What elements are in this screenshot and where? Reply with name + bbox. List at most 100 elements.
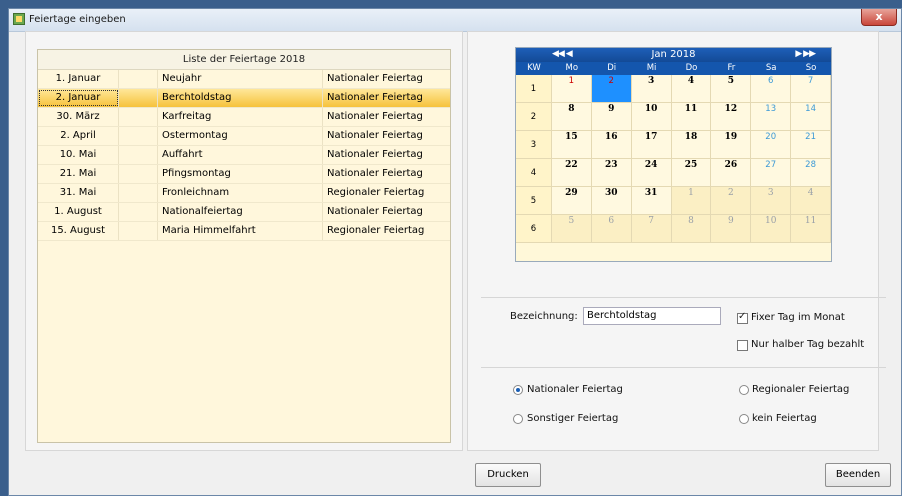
holiday-name: Neujahr <box>158 70 323 88</box>
calendar-day[interactable]: 18 <box>671 131 712 158</box>
list-item[interactable]: 1. August Nationalfeiertag Nationaler Feie… <box>38 203 450 222</box>
list-item[interactable]: 30. März Karfreitag Nationaler Feiertag <box>38 108 450 127</box>
holiday-date: 2. April <box>38 127 119 145</box>
calendar-day[interactable]: 7 <box>631 215 672 242</box>
window-title: Feiertage eingeben <box>29 14 126 25</box>
next-month-icon[interactable]: ▶ ▶▶ <box>795 49 816 59</box>
nationaler-feiertag-label: Nationaler Feiertag <box>527 384 623 395</box>
calendar-day[interactable]: 5 <box>711 75 752 102</box>
calendar-day[interactable]: 10 <box>751 215 792 242</box>
close-button[interactable]: Beenden <box>825 463 891 487</box>
calendar-day[interactable]: 6 <box>751 75 792 102</box>
radio-sonstiger-feiertag[interactable] <box>513 414 523 424</box>
calendar-day[interactable]: 19 <box>711 131 752 158</box>
regionaler-feiertag-label: Regionaler Feiertag <box>752 384 850 395</box>
calendar-day[interactable]: 14 <box>791 103 831 130</box>
calendar-day[interactable]: 20 <box>751 131 792 158</box>
halber-tag-checkbox[interactable] <box>737 340 748 351</box>
holiday-type: Regionaler Feiertag <box>327 187 425 198</box>
bezeichnung-input[interactable]: Berchtoldstag <box>583 307 721 325</box>
holiday-spacer <box>119 165 158 183</box>
calendar-day[interactable]: 26 <box>711 159 752 186</box>
holiday-name: Nationalfeiertag <box>158 203 323 221</box>
holiday-name: Maria Himmelfahrt <box>158 222 323 240</box>
calendar-day[interactable]: 8 <box>671 215 712 242</box>
calendar-day[interactable]: 27 <box>751 159 792 186</box>
calendar-day[interactable]: 11 <box>791 215 831 242</box>
holiday-name: Ostermontag <box>158 127 323 145</box>
holiday-date: 15. August <box>38 222 119 240</box>
holiday-type: Nationaler Feiertag <box>327 111 423 122</box>
week-number: 4 <box>516 159 552 186</box>
holiday-name: Auffahrt <box>158 146 323 164</box>
calendar-day[interactable]: 31 <box>631 187 672 214</box>
calendar-day[interactable]: 29 <box>551 187 592 214</box>
calendar-day[interactable]: 3 <box>631 75 672 102</box>
calendar-day[interactable]: 25 <box>671 159 712 186</box>
calendar-day[interactable]: 5 <box>551 215 592 242</box>
calendar-day[interactable]: 24 <box>631 159 672 186</box>
calendar-day[interactable]: 16 <box>591 131 632 158</box>
calendar-day[interactable]: 15 <box>551 131 592 158</box>
list-item[interactable]: 10. Mai Auffahrt Nationaler Feiertag <box>38 146 450 165</box>
calendar[interactable]: ◀◀ ◀ Jan 2018 ▶ ▶▶ KW Mo Di Mi Do Fr Sa So 1123… <box>515 47 832 262</box>
calendar-day[interactable]: 2 <box>591 75 632 102</box>
weekday-header: Do <box>685 63 698 73</box>
close-window-button[interactable]: x <box>861 9 897 26</box>
holiday-spacer <box>119 127 158 145</box>
calendar-day[interactable]: 8 <box>551 103 592 130</box>
list-item[interactable]: 31. Mai Fronleichnam Regionaler Feiertag <box>38 184 450 203</box>
calendar-day[interactable]: 17 <box>631 131 672 158</box>
radio-kein-feiertag[interactable] <box>739 414 749 424</box>
calendar-day[interactable]: 4 <box>791 187 831 214</box>
holiday-list-title: Liste der Feiertage 2018 <box>38 50 450 70</box>
calendar-week-row: 4 22 23 24 25 26 27 28 <box>516 159 831 187</box>
list-item[interactable]: 15. August Maria Himmelfahrt Regionaler Fe… <box>38 222 450 241</box>
calendar-week-row: 6 5 6 7 8 9 10 11 <box>516 215 831 243</box>
calendar-day[interactable]: 10 <box>631 103 672 130</box>
holiday-type: Nationaler Feiertag <box>327 92 423 103</box>
holiday-type: Regionaler Feiertag <box>327 225 425 236</box>
calendar-day[interactable]: 1 <box>671 187 712 214</box>
calendar-day[interactable]: 21 <box>791 131 831 158</box>
list-item[interactable]: 21. Mai Pfingsmontag Nationaler Feiertag <box>38 165 450 184</box>
list-item[interactable]: 1. Januar Neujahr Nationaler Feiertag <box>38 70 450 89</box>
holiday-name: Karfreitag <box>158 108 323 126</box>
list-item[interactable]: 2. April Ostermontag Nationaler Feiertag <box>38 127 450 146</box>
radio-regionaler-feiertag[interactable] <box>739 385 749 395</box>
week-number: 2 <box>516 103 552 130</box>
calendar-weekday-header: KW Mo Di Mi Do Fr Sa So <box>516 62 831 75</box>
list-item[interactable]: 2. Januar Berchtoldstag Nationaler Feierta… <box>38 89 450 108</box>
calendar-week-row: 3 15 16 17 18 19 20 21 <box>516 131 831 159</box>
calendar-day[interactable]: 2 <box>711 187 752 214</box>
calendar-day[interactable]: 30 <box>591 187 632 214</box>
calendar-day[interactable]: 23 <box>591 159 632 186</box>
fixer-tag-checkbox[interactable] <box>737 311 748 324</box>
print-button[interactable]: Drucken <box>475 463 541 487</box>
holiday-type: Nationaler Feiertag <box>327 149 423 160</box>
calendar-day[interactable]: 9 <box>711 215 752 242</box>
holiday-date: 21. Mai <box>38 165 119 183</box>
holiday-type: Nationaler Feiertag <box>327 130 423 141</box>
holiday-name: Pfingsmontag <box>158 165 323 183</box>
divider <box>481 297 886 298</box>
calendar-day[interactable]: 6 <box>591 215 632 242</box>
holiday-spacer <box>119 108 158 126</box>
calendar-day[interactable]: 9 <box>591 103 632 130</box>
calendar-day[interactable]: 7 <box>791 75 831 102</box>
app-icon <box>13 13 25 25</box>
calendar-day[interactable]: 22 <box>551 159 592 186</box>
holiday-list[interactable]: Liste der Feiertage 2018 1. Januar Neujah… <box>37 49 451 443</box>
calendar-day[interactable]: 13 <box>751 103 792 130</box>
calendar-day[interactable]: 11 <box>671 103 712 130</box>
weekday-header: Di <box>607 63 617 73</box>
holiday-name: Fronleichnam <box>158 184 323 202</box>
calendar-day[interactable]: 4 <box>671 75 712 102</box>
calendar-day[interactable]: 3 <box>751 187 792 214</box>
calendar-day[interactable]: 28 <box>791 159 831 186</box>
week-number: 1 <box>516 75 552 102</box>
calendar-day[interactable]: 1 <box>551 75 592 102</box>
holiday-spacer <box>119 184 158 202</box>
radio-nationaler-feiertag[interactable] <box>513 385 523 395</box>
calendar-day[interactable]: 12 <box>711 103 752 130</box>
